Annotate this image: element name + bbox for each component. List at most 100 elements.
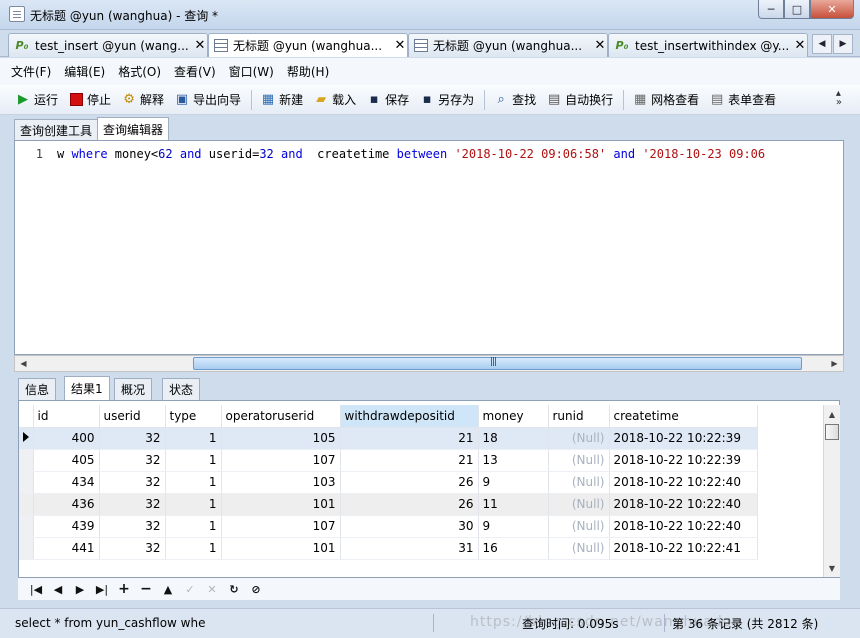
column-header-type[interactable]: type	[165, 405, 222, 428]
cell-runid[interactable]: (Null)	[548, 449, 610, 472]
tab-query-editor[interactable]: 查询编辑器	[97, 117, 170, 141]
scroll-down-arrow-icon[interactable]: ▼	[825, 561, 839, 575]
cell-runid[interactable]: (Null)	[548, 493, 610, 516]
cell-runid[interactable]: (Null)	[548, 537, 610, 560]
cell-userid[interactable]: 32	[99, 471, 166, 494]
next-record-icon[interactable]: ▶	[69, 583, 91, 596]
stop-button[interactable]: 停止	[68, 91, 111, 108]
cell-withdrawdepositid[interactable]: 26	[340, 493, 479, 516]
tab-result-1[interactable]: 结果1	[64, 376, 110, 400]
tab-status[interactable]: 状态	[162, 378, 201, 400]
stop-query-icon[interactable]: ⊘	[245, 583, 267, 596]
row-indicator[interactable]	[19, 449, 34, 472]
cell-type[interactable]: 1	[165, 471, 222, 494]
cell-operatoruserid[interactable]: 101	[221, 493, 341, 516]
refresh-icon[interactable]: ↻	[223, 583, 245, 596]
cell-runid[interactable]: (Null)	[548, 515, 610, 538]
cell-createtime[interactable]: 2018-10-22 10:22:39	[609, 427, 758, 450]
cell-operatoruserid[interactable]: 107	[221, 449, 341, 472]
close-tab-icon[interactable]: ✕	[793, 38, 807, 53]
delete-record-icon[interactable]: −	[135, 581, 157, 597]
close-tab-icon[interactable]: ✕	[393, 38, 407, 53]
cell-id[interactable]: 436	[33, 493, 100, 516]
cell-id[interactable]: 400	[33, 427, 100, 450]
form-view-button[interactable]: ▤ 表单查看	[709, 91, 776, 108]
row-indicator[interactable]	[19, 471, 34, 494]
new-button[interactable]: ▦ 新建	[260, 91, 303, 108]
cell-money[interactable]: 18	[478, 427, 549, 450]
word-wrap-button[interactable]: ▤ 自动换行	[546, 91, 613, 108]
sql-code-line[interactable]: w where money<62 and userid=32 and creat…	[57, 147, 765, 161]
cell-type[interactable]: 1	[165, 537, 222, 560]
move-up-icon[interactable]: ▲	[157, 583, 179, 596]
table-row[interactable]: 400 32 1 105 21 18 (Null) 2018-10-22 10:22:39	[19, 427, 758, 450]
column-header-userid[interactable]: userid	[99, 405, 166, 428]
cell-createtime[interactable]: 2018-10-22 10:22:40	[609, 515, 758, 538]
maximize-button[interactable]: □	[784, 0, 810, 19]
cell-withdrawdepositid[interactable]: 31	[340, 537, 479, 560]
row-indicator[interactable]	[19, 515, 34, 538]
previous-record-icon[interactable]: ◀	[47, 583, 69, 596]
export-wizard-button[interactable]: ▣ 导出向导	[174, 91, 241, 108]
cell-withdrawdepositid[interactable]: 30	[340, 515, 479, 538]
cell-withdrawdepositid[interactable]: 21	[340, 449, 479, 472]
tab-profile[interactable]: 概况	[114, 378, 153, 400]
tab-scroll-right-button[interactable]: ▶	[833, 34, 853, 54]
horizontal-scroll-thumb[interactable]	[193, 357, 802, 370]
save-as-button[interactable]: ▪ 另存为	[419, 91, 474, 108]
menu-window[interactable]: 窗口(W)	[229, 63, 274, 80]
tab-scroll-left-button[interactable]: ◀	[812, 34, 832, 54]
cell-money[interactable]: 11	[478, 493, 549, 516]
grid-view-button[interactable]: ▦ 网格查看	[632, 91, 699, 108]
doc-tab-test-insertwithindex[interactable]: P₀ test_insertwithindex @y... ✕	[608, 33, 808, 57]
scroll-right-arrow-icon[interactable]: ▶	[827, 357, 842, 370]
toolbar-overflow-icon[interactable]: ▴»	[836, 89, 842, 108]
cell-money[interactable]: 13	[478, 449, 549, 472]
cell-withdrawdepositid[interactable]: 26	[340, 471, 479, 494]
cell-createtime[interactable]: 2018-10-22 10:22:40	[609, 493, 758, 516]
run-button[interactable]: ▶ 运行	[15, 91, 58, 108]
column-header-id[interactable]: id	[33, 405, 100, 428]
column-header-runid[interactable]: runid	[548, 405, 610, 428]
first-record-icon[interactable]: |◀	[25, 583, 47, 596]
last-record-icon[interactable]: ▶|	[91, 583, 113, 596]
cell-id[interactable]: 434	[33, 471, 100, 494]
column-header-money[interactable]: money	[478, 405, 549, 428]
tab-query-builder[interactable]: 查询创建工具	[14, 119, 99, 140]
row-indicator[interactable]	[19, 493, 34, 516]
cell-userid[interactable]: 32	[99, 427, 166, 450]
cell-type[interactable]: 1	[165, 493, 222, 516]
grid-vertical-scrollbar[interactable]: ▲ ▼	[823, 405, 840, 577]
menu-help[interactable]: 帮助(H)	[287, 63, 329, 80]
cell-createtime[interactable]: 2018-10-22 10:22:39	[609, 449, 758, 472]
menu-format[interactable]: 格式(O)	[118, 63, 161, 80]
menu-view[interactable]: 查看(V)	[174, 63, 216, 80]
explain-button[interactable]: ⚙ 解释	[121, 91, 164, 108]
scroll-left-arrow-icon[interactable]: ◀	[16, 357, 31, 370]
result-grid[interactable]: id userid type operatoruserid withdrawde…	[18, 400, 840, 578]
vertical-scroll-thumb[interactable]	[825, 424, 839, 440]
editor-horizontal-scrollbar[interactable]: ◀ ▶	[14, 355, 844, 372]
column-header-withdrawdepositid[interactable]: withdrawdepositid	[340, 405, 479, 428]
menu-edit[interactable]: 编辑(E)	[64, 63, 105, 80]
cell-operatoruserid[interactable]: 107	[221, 515, 341, 538]
column-header-operatoruserid[interactable]: operatoruserid	[221, 405, 341, 428]
table-row[interactable]: 436 32 1 101 26 11 (Null) 2018-10-22 10:22:40	[19, 493, 758, 516]
cell-money[interactable]: 9	[478, 515, 549, 538]
cell-createtime[interactable]: 2018-10-22 10:22:41	[609, 537, 758, 560]
cell-userid[interactable]: 32	[99, 537, 166, 560]
find-button[interactable]: ⌕ 查找	[493, 91, 536, 108]
cell-id[interactable]: 405	[33, 449, 100, 472]
cell-operatoruserid[interactable]: 105	[221, 427, 341, 450]
cell-id[interactable]: 441	[33, 537, 100, 560]
cell-runid[interactable]: (Null)	[548, 427, 610, 450]
close-tab-icon[interactable]: ✕	[193, 38, 207, 53]
cell-runid[interactable]: (Null)	[548, 471, 610, 494]
cell-userid[interactable]: 32	[99, 449, 166, 472]
row-indicator[interactable]	[19, 537, 34, 560]
column-header-createtime[interactable]: createtime	[609, 405, 758, 428]
cell-type[interactable]: 1	[165, 427, 222, 450]
table-row[interactable]: 439 32 1 107 30 9 (Null) 2018-10-22 10:22:40	[19, 515, 758, 538]
table-row[interactable]: 441 32 1 101 31 16 (Null) 2018-10-22 10:22:41	[19, 537, 758, 560]
cell-withdrawdepositid[interactable]: 21	[340, 427, 479, 450]
